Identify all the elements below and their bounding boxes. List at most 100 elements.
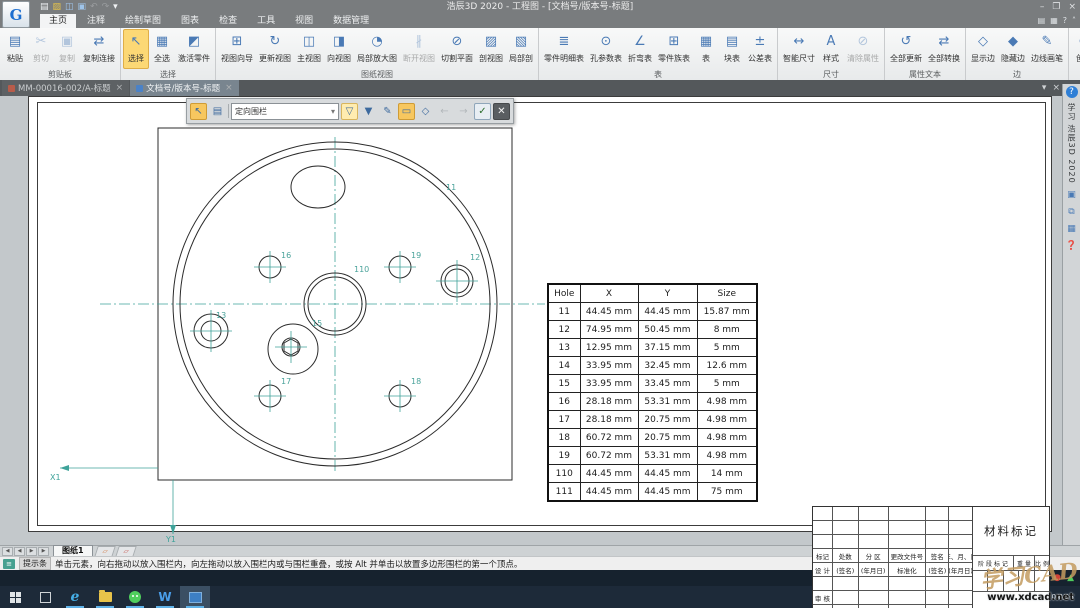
tutorial-panel-icon[interactable]: ❓ <box>1066 240 1078 252</box>
edge-taskbar-button[interactable]: e <box>60 586 90 608</box>
learning-panel-label[interactable]: 学习 浩辰3D 2020 <box>1066 103 1077 184</box>
tab-close-icon[interactable]: × <box>116 83 124 93</box>
drawing-canvas[interactable]: 16 19 11 110 12 13 15 17 18 X1 Y1 Hole X Y Size 11 44.… <box>0 96 1062 608</box>
new-sheet-tab[interactable]: ▱ <box>114 545 137 557</box>
hole-table-row[interactable]: 110 44.45 mm 44.45 mm 14 mm <box>547 464 758 483</box>
ribbon-button[interactable]: ✂ 剪切 <box>28 29 54 69</box>
document-tab[interactable]: MM-00016-002/A-标题 × <box>2 80 130 96</box>
ribbon-button[interactable]: A 样式 <box>818 29 844 69</box>
ribbon-tab[interactable]: 注释 <box>78 14 114 28</box>
wps-taskbar-button[interactable]: W <box>150 586 180 608</box>
ribbon-button[interactable]: ◩ 激活零件 <box>175 29 213 69</box>
hole-table-row[interactable]: 18 60.72 mm 20.75 mm 4.98 mm <box>547 428 758 447</box>
ribbon-button[interactable]: ◆ 隐藏边 <box>998 29 1028 69</box>
hole-table-row[interactable]: 12 74.95 mm 50.45 mm 8 mm <box>547 320 758 339</box>
sheet-nav-button[interactable]: ◀ <box>14 546 25 556</box>
ribbon-button[interactable]: ⊞ 视图向导 <box>218 29 256 69</box>
ribbon-button[interactable]: ↔ 智能尺寸 <box>780 29 818 69</box>
close-icon[interactable]: × <box>1068 0 1076 14</box>
hole-callout-label[interactable]: 16 <box>281 251 291 260</box>
ribbon-tab[interactable]: 数据管理 <box>324 14 378 28</box>
customize-quick-access-icon[interactable]: ▾ <box>113 1 118 13</box>
new-file-icon[interactable]: ▤ <box>40 1 49 13</box>
rect-fence-icon[interactable]: ▭ <box>398 102 415 120</box>
hole-table-row[interactable]: 17 28.18 mm 20.75 mm 4.98 mm <box>547 410 758 429</box>
select-next-icon[interactable]: → <box>455 103 472 120</box>
sheet-nav-button[interactable]: ▶ <box>38 546 49 556</box>
hole-table-row[interactable]: 15 33.95 mm 33.45 mm 5 mm <box>547 374 758 393</box>
theme-icon[interactable]: ▦ <box>1050 14 1058 28</box>
ribbon-button[interactable]: ▦ 表 <box>693 29 719 69</box>
document-tab[interactable]: 文档号/版本号-标题 × <box>130 80 239 96</box>
ribbon-button[interactable]: ≣ 零件明细表 <box>541 29 587 69</box>
ribbon-button[interactable]: ◫ 主视图 <box>294 29 324 69</box>
restore-icon[interactable]: ❐ <box>1052 0 1060 14</box>
tab-list-icon[interactable]: ▾ <box>1042 83 1047 93</box>
redo-icon[interactable]: ↷ <box>102 1 110 13</box>
ribbon-tab[interactable]: 主页 <box>40 14 77 28</box>
background-sheet-tab[interactable]: ▱ <box>93 545 116 557</box>
groups-panel-icon[interactable]: ▦ <box>1066 223 1078 235</box>
ribbon-button[interactable]: ↖ 选择 <box>123 29 149 69</box>
ribbon-button[interactable]: ∦ 断开视图 <box>400 29 438 69</box>
ribbon-button[interactable]: ⊕ 创建 <box>1071 29 1080 69</box>
hole-callout-label[interactable]: 15 <box>312 319 322 328</box>
hole-table-row[interactable]: 19 60.72 mm 53.31 mm 4.98 mm <box>547 446 758 465</box>
hole-table-row[interactable]: 13 12.95 mm 37.15 mm 5 mm <box>547 338 758 357</box>
undo-icon[interactable]: ↶ <box>90 1 98 13</box>
ribbon-button[interactable]: ⇄ 复制连接 <box>80 29 118 69</box>
cancel-icon[interactable]: ✕ <box>493 102 510 120</box>
ribbon-button[interactable]: ◇ 显示边 <box>968 29 998 69</box>
ribbon-button[interactable]: ⊞ 零件族表 <box>655 29 693 69</box>
print-icon[interactable]: ▣ <box>78 1 87 13</box>
record-icon[interactable]: ● <box>1053 570 1061 586</box>
filter-icon[interactable]: ▼ <box>360 103 377 120</box>
tab-close-icon[interactable]: × <box>225 83 233 93</box>
ribbon-button[interactable]: ✎ 边线画笔 <box>1028 29 1066 69</box>
help-icon[interactable]: ? <box>1065 86 1078 98</box>
polygon-fence-icon[interactable]: ◇ <box>417 103 434 120</box>
ribbon-button[interactable]: ↻ 更新视图 <box>256 29 294 69</box>
minimize-icon[interactable]: – <box>1040 0 1045 14</box>
ribbon-button[interactable]: ▣ 复制 <box>54 29 80 69</box>
hole-table-row[interactable]: 111 44.45 mm 44.45 mm 75 mm <box>547 482 758 502</box>
start-button[interactable] <box>0 586 30 608</box>
ribbon-button[interactable]: ⊘ 清除属性 <box>844 29 882 69</box>
top-hole[interactable] <box>290 165 346 209</box>
ribbon-tab[interactable]: 图表 <box>172 14 208 28</box>
close-document-icon[interactable]: × <box>1052 83 1060 93</box>
ribbon-button[interactable]: ∠ 折弯表 <box>625 29 655 69</box>
hole-callout-label[interactable]: 18 <box>411 377 421 386</box>
sheet-nav-button[interactable]: ▶ <box>26 546 37 556</box>
ribbon-tab[interactable]: 工具 <box>248 14 284 28</box>
hole-table[interactable]: Hole X Y Size 11 44.45 mm 44.45 mm 15.87 mm 12… <box>547 283 758 502</box>
ribbon-button[interactable]: ⊘ 切割平面 <box>438 29 476 69</box>
ribbon-button[interactable]: ⇄ 全部转换 <box>925 29 963 69</box>
ribbon-tab[interactable]: 视图 <box>286 14 322 28</box>
hole-callout-label[interactable]: 19 <box>411 251 421 260</box>
hole-15[interactable] <box>267 323 319 375</box>
help-icon[interactable]: ? <box>1063 14 1067 28</box>
ribbon-tab[interactable]: 检查 <box>210 14 246 28</box>
ribbon-button[interactable]: ▧ 局部剖 <box>506 29 536 69</box>
fence-mode-dropdown[interactable]: 定向围栏 ▾ <box>231 102 339 120</box>
ribbon-button[interactable]: ▦ 全选 <box>149 29 175 69</box>
hole-callout-label[interactable]: 12 <box>470 253 480 262</box>
ribbon-button[interactable]: ⊙ 孔参数表 <box>587 29 625 69</box>
filter-apply-icon[interactable]: ▽ <box>341 102 358 120</box>
hole-callout-label[interactable]: 11 <box>446 183 456 192</box>
hole-table-row[interactable]: 11 44.45 mm 44.45 mm 15.87 mm <box>547 302 758 321</box>
ribbon-button[interactable]: ◔ 局部放大图 <box>354 29 400 69</box>
ribbon-tab[interactable]: 绘制草图 <box>116 14 170 28</box>
app-logo[interactable]: G <box>2 1 30 28</box>
sheet-nav-button[interactable]: ◀ <box>2 546 13 556</box>
layers-panel-icon[interactable]: ▣ <box>1066 189 1078 201</box>
style-icon[interactable]: ▤ <box>1038 14 1046 28</box>
upload-icon[interactable]: ▲ <box>1067 570 1074 586</box>
ribbon-button[interactable]: ▤ 粘贴 <box>2 29 28 69</box>
wechat-taskbar-button[interactable] <box>120 586 150 608</box>
minimize-ribbon-icon[interactable]: ˄ <box>1072 14 1076 28</box>
prompt-panel-icon[interactable]: ▤ <box>209 103 226 120</box>
hole-12[interactable] <box>436 260 478 302</box>
deselect-previous-icon[interactable]: ← <box>436 103 453 120</box>
